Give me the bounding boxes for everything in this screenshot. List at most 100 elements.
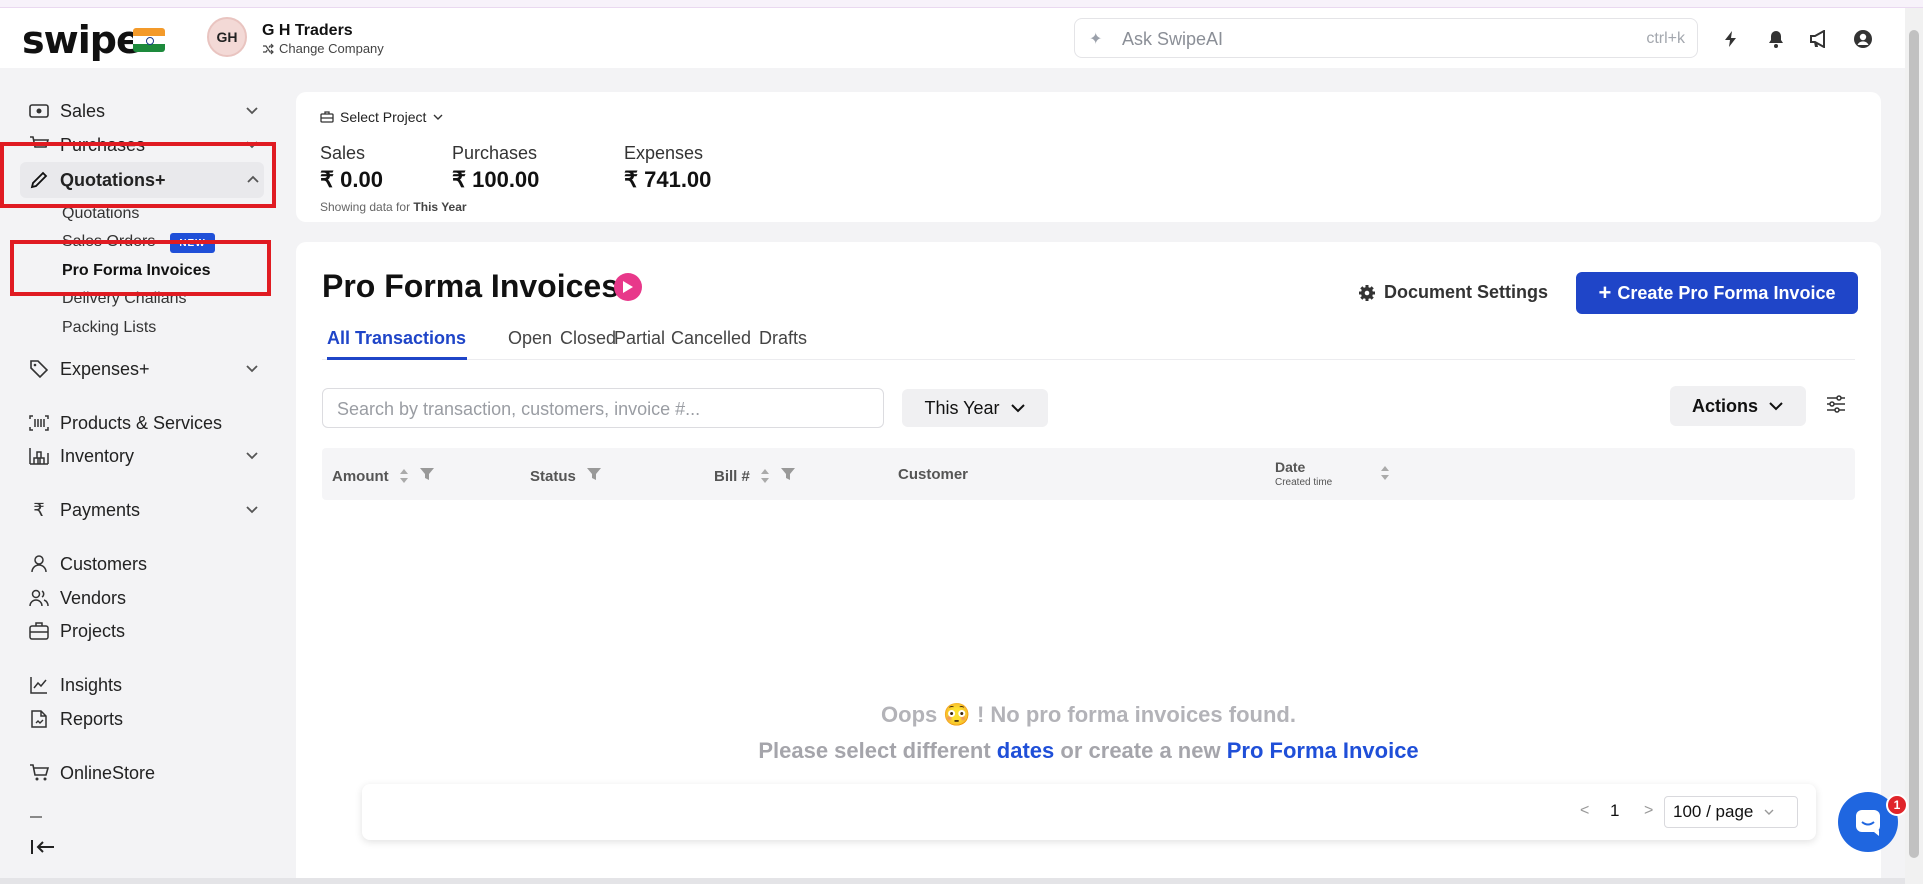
ask-swipeai-input[interactable]: ✦ Ask SwipeAI ctrl+k (1074, 18, 1698, 58)
play-video-icon[interactable] (614, 273, 642, 301)
filter-icon[interactable] (780, 466, 796, 486)
transaction-tabs: All Transactions Open Closed Partial Can… (322, 324, 1855, 360)
page-size-select[interactable]: 100 / page (1664, 796, 1798, 828)
sidebar-item-insights[interactable]: Insights (28, 671, 263, 699)
period-label: This Year (924, 397, 1000, 418)
empty-text: or create a new (1060, 738, 1221, 763)
empty-state-subtitle: Please select different dates or create … (296, 738, 1881, 764)
column-label: Amount (332, 467, 389, 485)
sidebar-item-expenses[interactable]: Expenses+ (28, 355, 263, 383)
chevron-right-icon[interactable]: > (1644, 802, 1653, 820)
expenses-label: Expenses (624, 143, 704, 163)
tab-closed[interactable]: Closed (560, 328, 616, 349)
company-avatar[interactable]: GH (207, 17, 247, 57)
tab-drafts[interactable]: Drafts (759, 328, 807, 349)
column-status[interactable]: Status (530, 466, 602, 486)
user-profile-icon[interactable] (1852, 28, 1874, 50)
tab-cancelled[interactable]: Cancelled (671, 328, 751, 349)
sidebar-item-vendors[interactable]: Vendors (28, 584, 263, 612)
tab-open[interactable]: Open (508, 328, 552, 349)
sidebar-item-online-store[interactable]: OnlineStore (28, 759, 263, 787)
bottom-edge (0, 878, 1905, 884)
store-cart-icon (28, 762, 50, 784)
sidebar-item-reports[interactable]: Reports (28, 705, 263, 733)
rupee-icon: ₹ (33, 499, 45, 520)
period-dropdown[interactable]: This Year (902, 389, 1048, 427)
plus-icon: + (1598, 280, 1612, 305)
sidebar-label: Sales (60, 100, 106, 121)
sidebar-label: Reports (60, 708, 124, 729)
create-pro-forma-link[interactable]: Pro Forma Invoice (1227, 738, 1419, 763)
chevron-down-icon (1010, 404, 1025, 413)
sidebar-label: Expenses+ (60, 358, 150, 379)
create-pro-forma-invoice-button[interactable]: + Create Pro Forma Invoice (1576, 272, 1858, 314)
sidebar-item-payments[interactable]: ₹ Payments (28, 496, 263, 524)
sidebar-overflow-hint (30, 816, 42, 818)
column-sublabel: Created time (1275, 477, 1333, 488)
company-name[interactable]: G H Traders (262, 22, 353, 40)
lightning-icon[interactable] (1720, 28, 1742, 50)
bell-icon[interactable] (1765, 28, 1787, 50)
shortcut-hint: ctrl+k (1646, 30, 1685, 47)
sidebar-item-customers[interactable]: Customers (28, 550, 263, 578)
top-strip (0, 0, 1923, 8)
showing-prefix: Showing data for (320, 200, 411, 214)
create-button-label: Create Pro Forma Invoice (1617, 282, 1836, 303)
sales-label: Sales (320, 143, 366, 163)
chevron-down-icon (246, 452, 258, 460)
sidebar-subitem-packing-lists[interactable]: Packing Lists (62, 319, 156, 337)
sidebar-label: Insights (60, 674, 123, 695)
empty-text: ! No pro forma invoices found. (976, 702, 1296, 727)
column-settings-icon[interactable] (1826, 395, 1846, 418)
sort-icon[interactable] (1380, 465, 1390, 486)
table-header: Amount Status Bill # Customer Date Creat… (322, 448, 1855, 500)
select-project-dropdown[interactable]: Select Project (320, 109, 444, 125)
chevron-left-icon[interactable]: < (1580, 802, 1589, 820)
page-scrollbar[interactable] (1905, 8, 1923, 884)
collapse-sidebar-icon[interactable] (30, 838, 56, 861)
page-size-value: 100 / page (1673, 802, 1754, 821)
actions-label: Actions (1691, 395, 1758, 416)
sparkle-icon: ✦ (1089, 31, 1103, 48)
current-page[interactable]: 1 (1610, 801, 1619, 821)
chevron-down-icon (246, 365, 258, 373)
chat-icon (1856, 810, 1880, 836)
active-tab-indicator (327, 357, 467, 360)
purchases-value: ₹ 100.00 (452, 167, 540, 192)
chart-line-icon (28, 674, 50, 696)
select-project-label: Select Project (340, 109, 427, 125)
pagination-bar: < 1 > 100 / page (362, 784, 1816, 840)
sidebar-label: OnlineStore (60, 762, 156, 783)
sidebar-item-projects[interactable]: Projects (28, 617, 263, 645)
dates-link[interactable]: dates (997, 738, 1054, 763)
tab-partial[interactable]: Partial (614, 328, 665, 349)
megaphone-icon[interactable] (1808, 28, 1830, 50)
change-company-link[interactable]: Change Company (262, 41, 384, 56)
barcode-icon (28, 412, 50, 434)
swipe-logo[interactable]: swipe (22, 18, 142, 62)
summary-card: Select Project Sales ₹ 0.00 Purchases ₹ … (296, 92, 1881, 222)
purchases-label: Purchases (452, 143, 538, 163)
actions-dropdown[interactable]: Actions (1670, 386, 1806, 426)
sidebar-item-inventory[interactable]: Inventory (28, 442, 263, 470)
report-file-icon (28, 708, 50, 730)
search-placeholder: Search by transaction, customers, invoic… (337, 399, 701, 419)
sidebar-label: Vendors (60, 587, 127, 608)
column-amount[interactable]: Amount (332, 466, 435, 486)
tab-all-transactions[interactable]: All Transactions (327, 328, 466, 349)
user-icon (28, 553, 50, 575)
highlight-quotations (0, 142, 276, 208)
column-date[interactable]: Date Created time (1275, 459, 1332, 488)
filter-icon[interactable] (586, 466, 602, 486)
main-panel: Pro Forma Invoices Document Settings + C… (296, 242, 1881, 884)
column-bill-number[interactable]: Bill # (714, 466, 796, 486)
sort-icon[interactable] (760, 468, 770, 484)
document-settings-button[interactable]: Document Settings (1358, 282, 1548, 303)
sidebar-item-products-services[interactable]: Products & Services (28, 409, 263, 437)
search-input[interactable]: Search by transaction, customers, invoic… (322, 388, 884, 428)
sort-icon[interactable] (399, 468, 409, 484)
scrollbar-thumb[interactable] (1909, 30, 1919, 858)
filter-icon[interactable] (419, 466, 435, 486)
sidebar-item-sales[interactable]: Sales (28, 97, 263, 125)
column-customer[interactable]: Customer (898, 466, 968, 483)
